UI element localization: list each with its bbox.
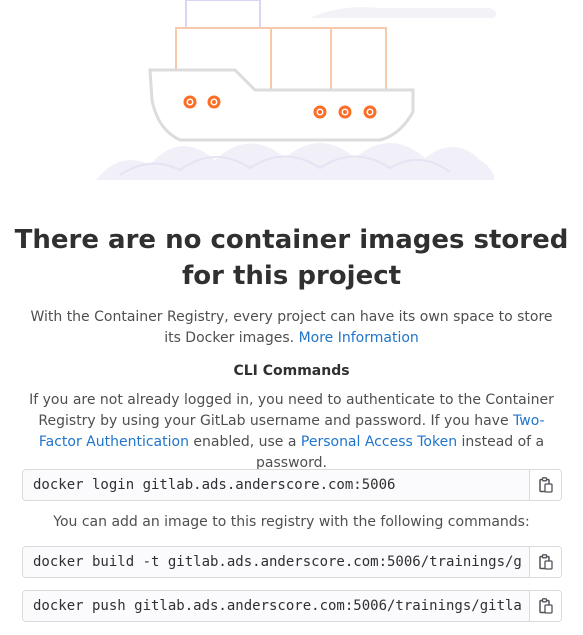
build-command-box: docker build -t gitlab.ads.anderscore.co… [22, 546, 562, 578]
copy-build-command-button[interactable] [529, 547, 561, 577]
more-information-link[interactable]: More Information [299, 330, 419, 346]
copy-push-command-button[interactable] [529, 591, 561, 621]
login-command-box: docker login gitlab.ads.anderscore.com:5… [22, 469, 562, 501]
cli-login-instructions: If you are not already logged in, you ne… [22, 390, 561, 474]
clipboard-icon [538, 554, 553, 570]
container-ship-illustration [96, 0, 497, 180]
clipboard-icon [538, 477, 553, 493]
push-command-text[interactable]: docker push gitlab.ads.anderscore.com:50… [23, 591, 529, 621]
empty-state-title: There are no container images stored for… [14, 225, 569, 291]
build-command-text[interactable]: docker build -t gitlab.ads.anderscore.co… [23, 547, 529, 577]
login-intro-text-2: enabled, use a [188, 434, 301, 450]
description-text: With the Container Registry, every proje… [30, 309, 553, 346]
empty-state-description: With the Container Registry, every proje… [24, 307, 559, 349]
login-command-text[interactable]: docker login gitlab.ads.anderscore.com:5… [23, 470, 529, 500]
push-command-box: docker push gitlab.ads.anderscore.com:50… [22, 590, 562, 622]
login-intro-text-1: If you are not already logged in, you ne… [29, 392, 554, 429]
personal-access-token-link[interactable]: Personal Access Token [301, 434, 457, 450]
cli-commands-heading: CLI Commands [233, 363, 350, 379]
copy-login-command-button[interactable] [529, 470, 561, 500]
add-image-instructions: You can add an image to this registry wi… [53, 514, 530, 530]
clipboard-icon [538, 598, 553, 614]
